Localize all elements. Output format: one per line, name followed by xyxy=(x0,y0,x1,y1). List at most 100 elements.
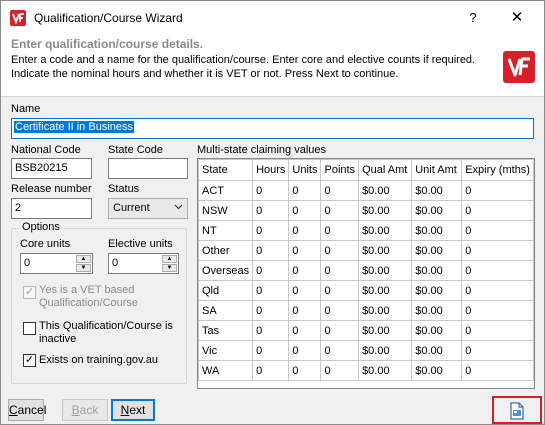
cancel-button[interactable]: Cancel xyxy=(8,399,46,421)
table-row[interactable]: Overseas 0 0 0 $0.00 $0.00 0 xyxy=(198,260,534,281)
table-cell[interactable]: 0 xyxy=(461,260,534,281)
national-code-input[interactable]: BSB20215 xyxy=(11,158,92,179)
table-cell[interactable]: 0 xyxy=(461,240,534,261)
elective-units-down-icon[interactable]: ▼ xyxy=(162,264,177,272)
name-input[interactable]: Certificate II in Business xyxy=(11,118,534,139)
table-cell[interactable]: 0 xyxy=(288,220,322,241)
column-header[interactable]: Unit Amt xyxy=(411,159,463,181)
core-units-down-icon[interactable]: ▼ xyxy=(76,264,91,272)
table-cell[interactable]: Other xyxy=(198,240,254,261)
table-cell[interactable]: 0 xyxy=(288,200,322,221)
core-units-up-icon[interactable]: ▲ xyxy=(76,255,91,263)
table-cell[interactable]: 0 xyxy=(252,320,290,341)
table-cell[interactable]: 0 xyxy=(320,260,360,281)
table-cell[interactable]: $0.00 xyxy=(411,180,463,201)
column-header[interactable]: Qual Amt xyxy=(358,159,413,181)
table-row[interactable]: NT 0 0 0 $0.00 $0.00 0 xyxy=(198,220,534,241)
table-cell[interactable]: $0.00 xyxy=(358,320,413,341)
table-cell[interactable]: 0 xyxy=(288,240,322,261)
table-cell[interactable]: 0 xyxy=(320,180,360,201)
table-cell[interactable]: $0.00 xyxy=(411,260,463,281)
table-cell[interactable]: $0.00 xyxy=(358,220,413,241)
vet-based-checkbox[interactable]: ✓ xyxy=(23,286,36,299)
table-cell[interactable]: Qld xyxy=(198,280,254,301)
table-cell[interactable]: $0.00 xyxy=(411,340,463,361)
table-row[interactable]: Vic 0 0 0 $0.00 $0.00 0 xyxy=(198,340,534,361)
table-cell[interactable]: 0 xyxy=(288,320,322,341)
table-cell[interactable]: 0 xyxy=(320,240,360,261)
table-cell[interactable]: 0 xyxy=(320,220,360,241)
table-cell[interactable]: $0.00 xyxy=(358,200,413,221)
elective-units-stepper[interactable]: 0 ▲ ▼ xyxy=(108,253,179,274)
table-cell[interactable]: 0 xyxy=(461,300,534,321)
table-cell[interactable]: 0 xyxy=(320,280,360,301)
table-cell[interactable]: $0.00 xyxy=(358,360,413,381)
table-row[interactable]: NSW 0 0 0 $0.00 $0.00 0 xyxy=(198,200,534,221)
table-cell[interactable]: 0 xyxy=(288,180,322,201)
column-header[interactable]: Hours xyxy=(252,159,290,181)
table-cell[interactable]: 0 xyxy=(320,360,360,381)
table-row[interactable]: Qld 0 0 0 $0.00 $0.00 0 xyxy=(198,280,534,301)
table-cell[interactable]: 0 xyxy=(461,180,534,201)
table-cell[interactable]: 0 xyxy=(252,300,290,321)
table-cell[interactable]: 0 xyxy=(461,340,534,361)
table-cell[interactable]: 0 xyxy=(461,220,534,241)
inactive-checkbox[interactable] xyxy=(23,322,36,335)
multistate-grid[interactable]: State Hours Units Points Qual Amt Unit Amt Exp… xyxy=(197,158,535,389)
back-button[interactable]: Back xyxy=(62,399,108,421)
table-cell[interactable]: $0.00 xyxy=(358,340,413,361)
document-button[interactable] xyxy=(492,396,542,424)
state-code-input[interactable] xyxy=(108,158,188,179)
table-cell[interactable]: $0.00 xyxy=(358,280,413,301)
table-cell[interactable]: $0.00 xyxy=(411,280,463,301)
table-row[interactable]: WA 0 0 0 $0.00 $0.00 0 xyxy=(198,360,534,381)
table-cell[interactable]: $0.00 xyxy=(411,300,463,321)
table-cell[interactable]: 0 xyxy=(252,360,290,381)
table-row[interactable]: Other 0 0 0 $0.00 $0.00 0 xyxy=(198,240,534,261)
help-button[interactable]: ? xyxy=(463,8,483,28)
table-cell[interactable]: 0 xyxy=(252,200,290,221)
close-button[interactable]: ✕ xyxy=(507,8,527,28)
table-cell[interactable]: 0 xyxy=(461,320,534,341)
table-cell[interactable]: 0 xyxy=(288,340,322,361)
column-header[interactable]: Expiry (mths) xyxy=(461,159,534,181)
table-cell[interactable]: $0.00 xyxy=(411,200,463,221)
table-cell[interactable]: NSW xyxy=(198,200,254,221)
table-cell[interactable]: $0.00 xyxy=(358,180,413,201)
table-cell[interactable]: 0 xyxy=(252,340,290,361)
table-cell[interactable]: 0 xyxy=(252,260,290,281)
table-cell[interactable]: 0 xyxy=(461,200,534,221)
table-cell[interactable]: 0 xyxy=(461,280,534,301)
table-cell[interactable]: 0 xyxy=(288,300,322,321)
table-row[interactable]: ACT 0 0 0 $0.00 $0.00 0 xyxy=(198,180,534,201)
column-header[interactable]: Units xyxy=(288,159,322,181)
table-cell[interactable]: 0 xyxy=(320,300,360,321)
table-cell[interactable]: 0 xyxy=(288,260,322,281)
table-cell[interactable]: $0.00 xyxy=(411,320,463,341)
next-button[interactable]: Next xyxy=(111,399,155,421)
table-cell[interactable]: Vic xyxy=(198,340,254,361)
table-cell[interactable]: 0 xyxy=(320,320,360,341)
elective-units-up-icon[interactable]: ▲ xyxy=(162,255,177,263)
release-number-input[interactable]: 2 xyxy=(11,198,92,219)
table-cell[interactable]: 0 xyxy=(288,280,322,301)
table-cell[interactable]: $0.00 xyxy=(411,220,463,241)
table-cell[interactable]: ACT xyxy=(198,180,254,201)
table-cell[interactable]: 0 xyxy=(252,240,290,261)
table-cell[interactable]: Overseas xyxy=(198,260,254,281)
table-cell[interactable]: WA xyxy=(198,360,254,381)
table-cell[interactable]: 0 xyxy=(288,360,322,381)
table-cell[interactable]: $0.00 xyxy=(358,240,413,261)
table-cell[interactable]: $0.00 xyxy=(411,240,463,261)
core-units-stepper[interactable]: 0 ▲ ▼ xyxy=(20,253,93,274)
table-cell[interactable]: 0 xyxy=(320,340,360,361)
table-cell[interactable]: 0 xyxy=(252,280,290,301)
table-cell[interactable]: SA xyxy=(198,300,254,321)
table-cell[interactable]: Tas xyxy=(198,320,254,341)
table-cell[interactable]: 0 xyxy=(252,180,290,201)
table-cell[interactable]: 0 xyxy=(252,220,290,241)
table-cell[interactable]: NT xyxy=(198,220,254,241)
table-row[interactable]: SA 0 0 0 $0.00 $0.00 0 xyxy=(198,300,534,321)
column-header[interactable]: Points xyxy=(320,159,360,181)
table-row[interactable]: Tas 0 0 0 $0.00 $0.00 0 xyxy=(198,320,534,341)
